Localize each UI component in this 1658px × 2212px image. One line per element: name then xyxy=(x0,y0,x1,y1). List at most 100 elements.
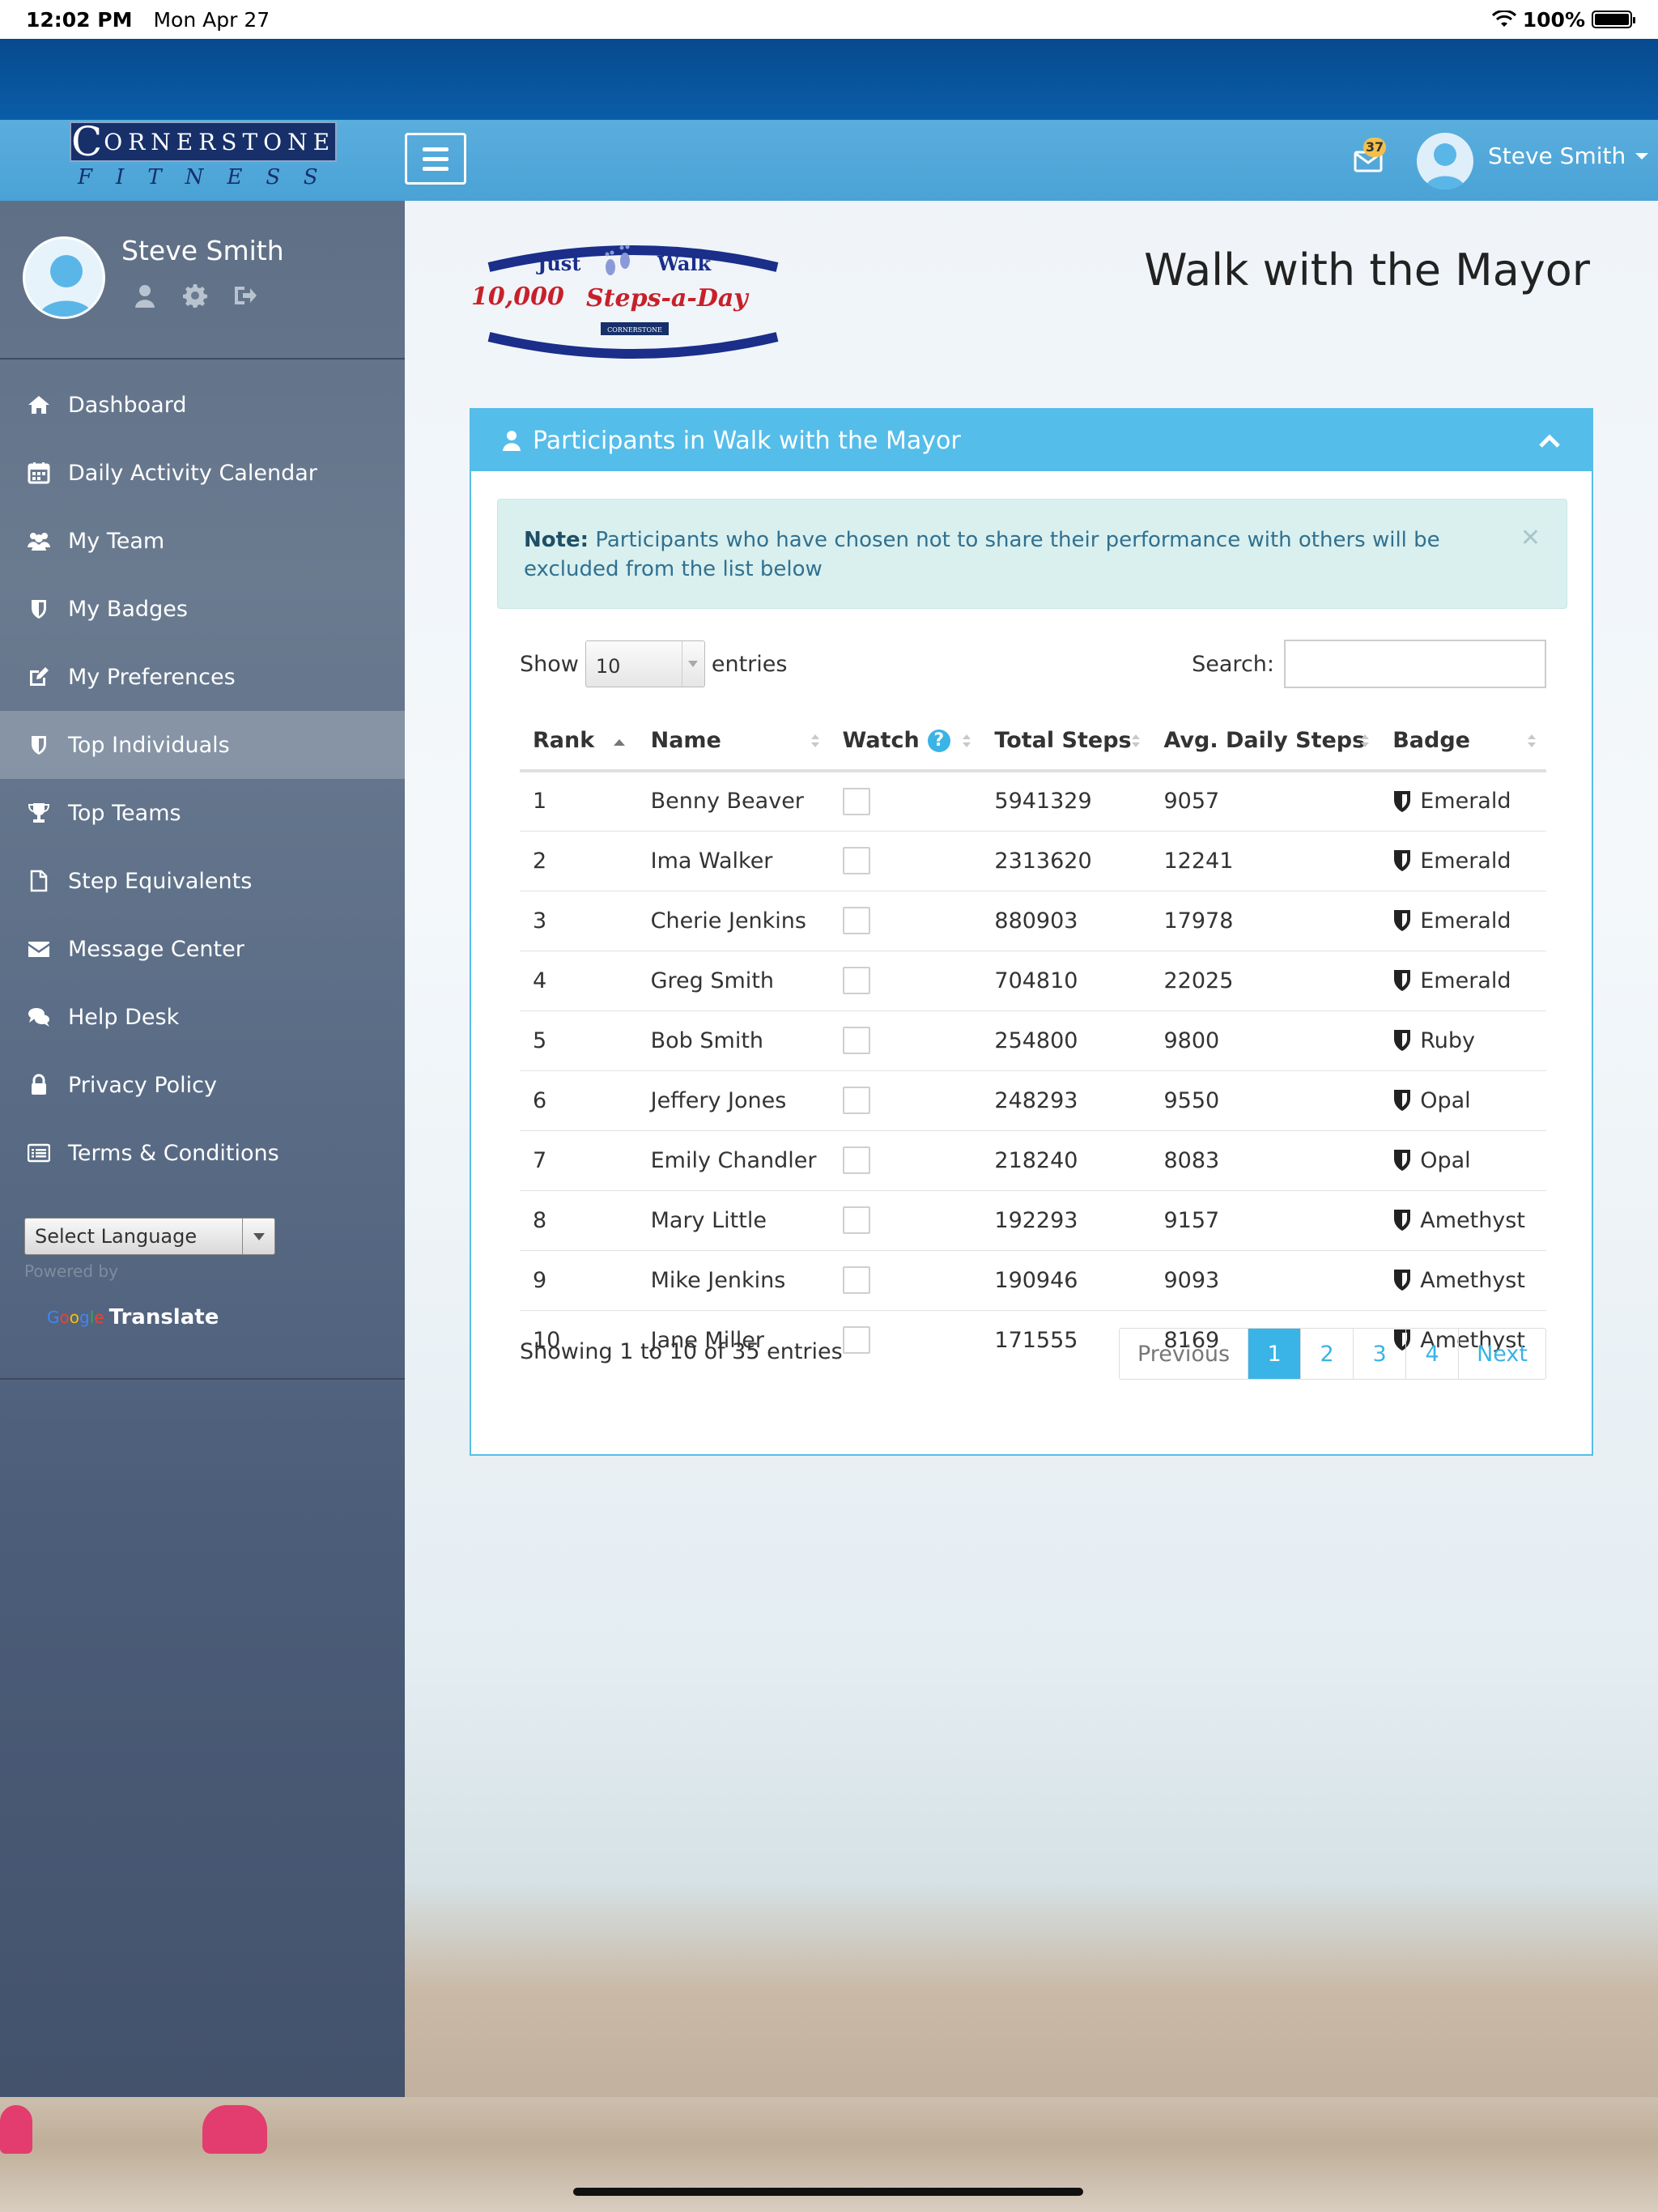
table-header-row: Rank Name Watch? Total Steps Avg. Daily … xyxy=(520,711,1546,772)
shield-icon xyxy=(1394,850,1411,871)
shield-icon xyxy=(1394,1270,1411,1291)
watch-checkbox[interactable] xyxy=(842,1146,870,1174)
menu-toggle-button[interactable] xyxy=(405,133,466,185)
users-icon xyxy=(28,533,50,551)
logout-icon[interactable] xyxy=(233,283,257,308)
note-label: Note: xyxy=(524,528,589,552)
sidebar-item-privacy-policy[interactable]: Privacy Policy xyxy=(0,1051,405,1119)
background-shoe xyxy=(202,2105,267,2154)
user-menu[interactable]: Steve Smith xyxy=(1488,143,1649,169)
list-icon xyxy=(28,1143,50,1163)
sidebar-item-help-desk[interactable]: Help Desk xyxy=(0,983,405,1051)
background-shoe xyxy=(0,2105,32,2154)
main-content: Just Walk 10,000 Steps-a-Day CORNERSTONE… xyxy=(405,201,1658,2097)
status-right: 100% xyxy=(1491,8,1635,32)
table-search: Search: xyxy=(1192,640,1546,688)
shield-icon xyxy=(1394,1090,1411,1111)
watch-checkbox[interactable] xyxy=(842,907,870,934)
watch-checkbox[interactable] xyxy=(842,847,870,874)
sidebar-item-step-equivalents[interactable]: Step Equivalents xyxy=(0,847,405,915)
sidebar-profile: Steve Smith xyxy=(0,201,405,359)
column-header-name[interactable]: Name xyxy=(637,711,830,772)
column-header-total-steps[interactable]: Total Steps xyxy=(981,711,1151,772)
sidebar-item-label: Top Teams xyxy=(68,800,181,826)
sidebar-item-label: Terms & Conditions xyxy=(68,1140,279,1166)
participants-panel: Participants in Walk with the Mayor Note… xyxy=(470,408,1593,1456)
sidebar-item-terms-conditions[interactable]: Terms & Conditions xyxy=(0,1119,405,1187)
panel-header: Participants in Walk with the Mayor xyxy=(471,410,1592,471)
sidebar-item-label: My Team xyxy=(68,528,165,554)
powered-by-text: Powered by xyxy=(24,1261,118,1281)
user-silhouette-icon xyxy=(1425,143,1465,189)
table-info: Showing 1 to 10 of 35 entries xyxy=(520,1339,843,1364)
gear-icon[interactable] xyxy=(183,283,207,308)
sort-icon xyxy=(1528,734,1536,747)
event-logo: Just Walk 10,000 Steps-a-Day CORNERSTONE xyxy=(471,245,779,359)
note-alert: Note: Participants who have chosen not t… xyxy=(497,499,1567,609)
close-icon[interactable]: ✕ xyxy=(1520,524,1541,553)
sidebar-item-label: Daily Activity Calendar xyxy=(68,460,317,486)
google-translate-link[interactable]: Google Translate xyxy=(47,1305,219,1329)
sidebar-profile-tools xyxy=(133,283,257,308)
sort-icon xyxy=(1361,734,1370,747)
sidebar-item-my-team[interactable]: My Team xyxy=(0,507,405,575)
watch-checkbox[interactable] xyxy=(842,1206,870,1234)
column-header-avg-daily-steps[interactable]: Avg. Daily Steps xyxy=(1150,711,1380,772)
sidebar-item-dashboard[interactable]: Dashboard xyxy=(0,371,405,439)
sidebar-item-message-center[interactable]: Message Center xyxy=(0,915,405,983)
sidebar-item-my-badges[interactable]: My Badges xyxy=(0,575,405,643)
chevron-up-icon[interactable] xyxy=(1538,432,1561,449)
table-row: 6 Jeffery Jones 248293 9550 Opal xyxy=(520,1070,1546,1130)
table-row: 3 Cherie Jenkins 880903 17978 Emerald xyxy=(520,890,1546,951)
table-row: 1 Benny Beaver 5941329 9057 Emerald xyxy=(533,787,1511,815)
sidebar-item-my-preferences[interactable]: My Preferences xyxy=(0,643,405,711)
wifi-icon xyxy=(1491,11,1516,27)
column-header-rank[interactable]: Rank xyxy=(520,711,638,772)
cornerstone-logo[interactable]: C ORNERSTONE FITNESS xyxy=(70,118,337,196)
sidebar-item-daily-activity-calendar[interactable]: Daily Activity Calendar xyxy=(0,439,405,507)
panel-title: Participants in Walk with the Mayor xyxy=(533,426,961,455)
table-row: 5 Bob Smith 254800 9800 Ruby xyxy=(520,1010,1546,1070)
home-icon xyxy=(28,396,49,414)
shield-icon xyxy=(32,736,46,755)
column-header-badge[interactable]: Badge xyxy=(1380,711,1546,772)
sidebar-item-top-teams[interactable]: Top Teams xyxy=(0,779,405,847)
table-body: 1 Benny Beaver 5941329 9057 Emerald 2 Im… xyxy=(520,771,1546,1370)
sidebar-item-top-individuals[interactable]: Top Individuals xyxy=(0,711,405,779)
table-footer: Showing 1 to 10 of 35 entries Previous 1… xyxy=(520,1328,1546,1380)
watch-checkbox[interactable] xyxy=(842,1027,870,1054)
watch-checkbox[interactable] xyxy=(842,1087,870,1114)
help-icon[interactable]: ? xyxy=(927,729,950,752)
pagination-page-1[interactable]: 1 xyxy=(1248,1329,1301,1379)
avatar[interactable] xyxy=(1417,133,1473,189)
pagination-previous[interactable]: Previous xyxy=(1120,1329,1248,1379)
watch-checkbox[interactable] xyxy=(842,967,870,994)
caret-down-icon xyxy=(1635,152,1649,160)
entries-select[interactable]: 10 xyxy=(585,640,705,687)
lock-icon xyxy=(32,1074,46,1095)
pagination-page-3[interactable]: 3 xyxy=(1353,1329,1405,1379)
table-controls: Show 10 entries Search: xyxy=(520,640,1546,688)
status-bar: 12:02 PM Mon Apr 27 100% xyxy=(0,0,1658,39)
trophy-icon xyxy=(28,803,50,823)
watch-checkbox[interactable] xyxy=(842,787,870,815)
svg-text:10,000: 10,000 xyxy=(471,283,564,311)
top-band xyxy=(0,39,1658,120)
sidebar-avatar[interactable] xyxy=(23,236,105,319)
user-icon xyxy=(503,431,521,451)
search-input[interactable] xyxy=(1284,640,1546,688)
table-row: 4 Greg Smith 704810 22025 Emerald xyxy=(520,950,1546,1010)
svg-text:Just: Just xyxy=(536,252,580,275)
sidebar-item-label: Message Center xyxy=(68,936,244,962)
watch-checkbox[interactable] xyxy=(842,1266,870,1294)
pagination-next[interactable]: Next xyxy=(1458,1329,1545,1379)
sidebar-divider xyxy=(0,1378,405,1380)
profile-icon[interactable] xyxy=(133,283,157,308)
home-indicator[interactable] xyxy=(573,2188,1083,2196)
language-select[interactable]: Select Language xyxy=(24,1218,275,1255)
pagination-page-4[interactable]: 4 xyxy=(1405,1329,1458,1379)
pagination-page-2[interactable]: 2 xyxy=(1300,1329,1353,1379)
sidebar-item-label: Step Equivalents xyxy=(68,868,253,894)
column-header-watch[interactable]: Watch? xyxy=(829,711,982,772)
sidebar-item-label: Privacy Policy xyxy=(68,1072,218,1098)
